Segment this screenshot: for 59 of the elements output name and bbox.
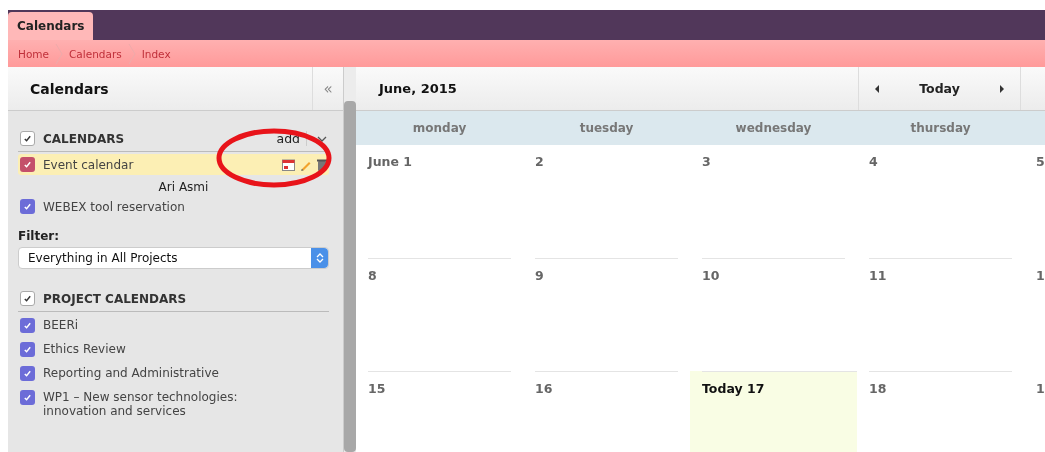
day-cell[interactable]: 2: [523, 145, 690, 258]
day-cell[interactable]: 18: [857, 371, 1024, 452]
calendar-item[interactable]: Event calendar: [18, 154, 329, 175]
owner-name: Ari Asmi: [157, 180, 210, 194]
filter-select[interactable]: Everything in All Projects: [18, 247, 329, 269]
checkbox[interactable]: [20, 131, 35, 146]
day-cell[interactable]: 1: [1024, 258, 1045, 371]
checkmark-icon: [23, 160, 32, 169]
day-cell[interactable]: 1: [1024, 371, 1045, 452]
today-cell[interactable]: Today 17: [690, 371, 857, 452]
section-title: CALENDARS: [43, 131, 126, 146]
checkbox[interactable]: [20, 342, 35, 357]
trash-icon[interactable]: [317, 158, 327, 171]
checkbox[interactable]: [20, 199, 35, 214]
weekday-header: monday: [411, 121, 468, 135]
tab[interactable]: Calendars: [8, 12, 94, 40]
calendar-item[interactable]: Reporting and Administrative: [18, 363, 329, 384]
previous-icon[interactable]: [873, 83, 881, 94]
checkmark-icon: [23, 369, 32, 378]
scrollbar-thumb[interactable]: [344, 101, 356, 452]
calendar-item[interactable]: WP1 – New sensor technologies: innovation and services: [18, 387, 329, 421]
breadcrumb-link[interactable]: Calendars: [69, 47, 122, 60]
checkbox[interactable]: [20, 390, 35, 405]
day-cell[interactable]: 3: [690, 145, 857, 258]
day-cell[interactable]: 16: [523, 371, 690, 452]
breadcrumb-link[interactable]: Index: [141, 47, 171, 60]
day-cell[interactable]: 4: [857, 145, 1024, 258]
checkbox[interactable]: [20, 291, 35, 306]
day-cell[interactable]: 8: [356, 258, 523, 371]
day-cell[interactable]: 11: [857, 258, 1024, 371]
checkbox[interactable]: [20, 366, 35, 381]
checkmark-icon: [23, 345, 32, 354]
sidebar-title: Calendars: [29, 80, 110, 97]
day-cell[interactable]: 9: [523, 258, 690, 371]
section-title: PROJECT CALENDARS: [43, 291, 188, 306]
day-cell[interactable]: June 1: [356, 145, 523, 258]
calendar-item[interactable]: Ethics Review: [18, 339, 329, 360]
weekday-header: thursday: [909, 121, 972, 135]
filter-label: Filter:: [18, 229, 60, 243]
checkbox[interactable]: [20, 157, 35, 172]
checkmark-icon: [23, 321, 32, 330]
checkbox[interactable]: [20, 318, 35, 333]
collapse-button[interactable]: «: [312, 67, 343, 110]
checkmark-icon: [23, 294, 32, 303]
breadcrumb-link[interactable]: Home: [18, 47, 49, 60]
today-button[interactable]: Today: [919, 81, 960, 96]
next-icon[interactable]: [998, 83, 1006, 94]
stepper-icon[interactable]: [315, 252, 324, 264]
calendar-item[interactable]: WEBEX tool reservation: [18, 196, 329, 217]
day-cell[interactable]: 15: [356, 371, 523, 452]
calendar-icon[interactable]: [282, 158, 295, 171]
day-cell[interactable]: 5: [1024, 145, 1045, 258]
checkmark-icon: [23, 134, 32, 143]
checkmark-icon: [23, 393, 32, 402]
weekday-header: wednesday: [734, 121, 813, 135]
weekday-header: tuesday: [578, 121, 635, 135]
calendar-item[interactable]: BEERi: [18, 315, 329, 336]
month-title: June, 2015: [377, 81, 458, 96]
checkmark-icon: [23, 202, 32, 211]
